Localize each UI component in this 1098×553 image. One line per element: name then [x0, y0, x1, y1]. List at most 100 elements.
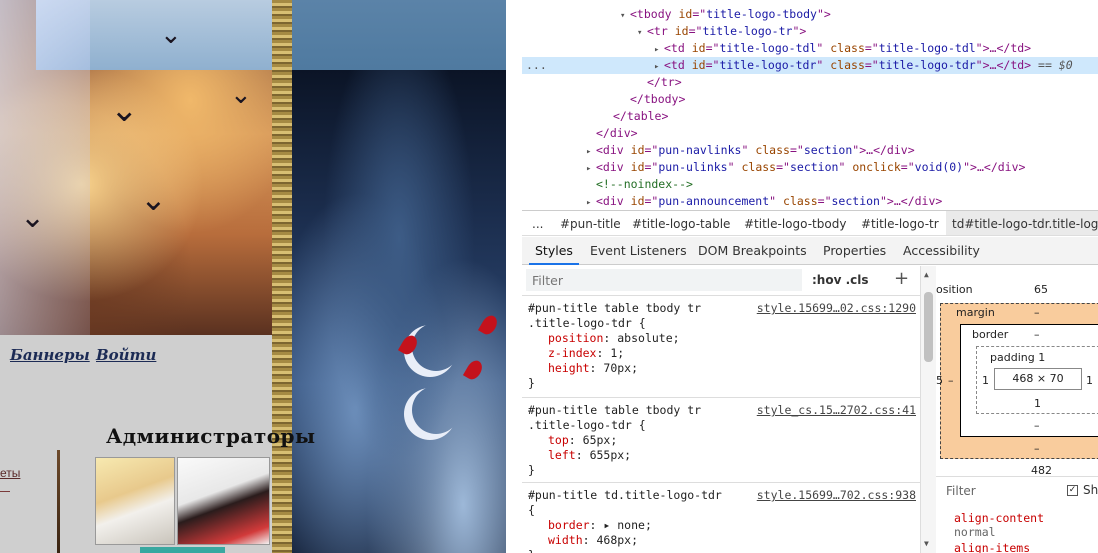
border-top-value[interactable]: –	[1034, 328, 1040, 341]
styles-filter-input[interactable]	[526, 269, 802, 291]
attribute-value[interactable]: pun-ulinks	[658, 160, 727, 174]
margin-left-value[interactable]: –	[948, 374, 954, 387]
dom-node[interactable]: </tr>	[637, 74, 682, 91]
admin-avatar[interactable]	[95, 457, 175, 545]
css-declaration[interactable]: height: 70px;	[548, 361, 638, 376]
dom-node-row[interactable]: ▸ <div id="pun-ulinks" class="section" on…	[522, 159, 1098, 176]
breadcrumb-item[interactable]: td#title-logo-tdr.title-log	[946, 211, 1098, 235]
expand-triangle-icon[interactable]: ▸	[586, 195, 596, 210]
admin-avatar-partial[interactable]	[140, 547, 225, 553]
css-declaration[interactable]: position: absolute;	[548, 331, 680, 346]
hov-cls-toggle[interactable]: :hov .cls	[812, 273, 869, 287]
attribute-value[interactable]: section	[790, 160, 838, 174]
dom-node[interactable]: </table>	[603, 108, 668, 125]
css-declaration[interactable]: z-index: 1;	[548, 346, 624, 361]
tab-properties[interactable]: Properties	[817, 237, 892, 265]
css-declaration[interactable]: width: 468px;	[548, 533, 638, 548]
dom-node-row[interactable]: ▸ <div id="pun-announcement" class="secti…	[522, 193, 1098, 210]
dom-node-row[interactable]: ... ▸ <td id="title-logo-tdr" class="title…	[522, 57, 1098, 74]
css-property-value[interactable]: 70px;	[603, 361, 638, 375]
css-property-value[interactable]: 655px;	[590, 448, 632, 462]
css-property-value[interactable]: 1;	[610, 346, 624, 360]
attribute-value[interactable]: title-logo-tr	[702, 24, 792, 38]
dom-node[interactable]: ▸ <div id="pun-announcement" class="secti…	[586, 193, 942, 210]
attribute-value[interactable]: title-logo-tdl	[879, 41, 976, 55]
css-selector-cont[interactable]: .title-logo-tdr {	[528, 418, 646, 433]
dom-node-row[interactable]: </tbody>	[522, 91, 1098, 108]
dom-node-row[interactable]: </tr>	[522, 74, 1098, 91]
nav-link-login[interactable]: Войти	[96, 346, 156, 364]
dom-node[interactable]: <!--noindex-->	[586, 176, 693, 193]
computed-property-name[interactable]: align-content	[954, 511, 1044, 525]
css-declaration[interactable]: left: 655px;	[548, 448, 631, 463]
scroll-down-arrow-icon[interactable]: ▼	[924, 539, 929, 548]
css-declaration[interactable]: top: 65px;	[548, 433, 617, 448]
css-property-name[interactable]: left	[548, 448, 576, 462]
attribute-value[interactable]: title-logo-tbody	[706, 7, 817, 21]
css-property-value[interactable]: 65px;	[583, 433, 618, 447]
position-top-value[interactable]: 65	[1034, 283, 1048, 296]
dom-node-row[interactable]: </div>	[522, 125, 1098, 142]
attribute-value[interactable]: title-logo-tdr	[719, 58, 816, 72]
dom-node[interactable]: </div>	[586, 125, 638, 142]
tab-event-listeners[interactable]: Event Listeners	[584, 237, 693, 265]
attribute-value[interactable]: section	[832, 194, 880, 208]
node-actions-menu-icon[interactable]: ...	[526, 57, 547, 74]
breadcrumb-item[interactable]: #pun-title	[554, 211, 627, 235]
computed-filter-input[interactable]: Filter	[946, 484, 976, 498]
css-selector[interactable]: #pun-title table tbody tr	[528, 301, 701, 316]
tab-styles[interactable]: Styles	[529, 237, 579, 265]
dom-node-row[interactable]: ▾ <tbody id="title-logo-tbody">	[522, 6, 1098, 23]
css-declaration[interactable]: border: ▸ none;	[548, 518, 652, 533]
margin-top-value[interactable]: –	[1034, 306, 1040, 319]
css-property-name[interactable]: height	[548, 361, 590, 375]
show-all-checkbox[interactable]: ✓	[1067, 485, 1078, 496]
dom-node-row[interactable]: ▸ <td id="title-logo-tdl" class="title-lo…	[522, 40, 1098, 57]
css-property-name[interactable]: border	[548, 518, 590, 532]
padding-left-value[interactable]: 1	[982, 374, 989, 387]
attribute-value[interactable]: title-logo-tdl	[719, 41, 816, 55]
dom-node-row[interactable]: ▸ <div id="pun-navlinks" class="section">…	[522, 142, 1098, 159]
breadcrumb-item[interactable]: #title-logo-tr	[855, 211, 945, 235]
padding-bottom-value[interactable]: 1	[1034, 397, 1041, 410]
elements-tree[interactable]: ▾ <tbody id="title-logo-tbody"> ▾ <tr id="t…	[522, 0, 1098, 210]
attribute-value[interactable]: void(0)	[915, 160, 963, 174]
stylesheet-source-link[interactable]: style.15699…702.css:938	[757, 488, 916, 503]
nav-link-banners[interactable]: Баннеры	[10, 346, 90, 364]
dom-node-row[interactable]: ▾ <tr id="title-logo-tr">	[522, 23, 1098, 40]
css-property-value[interactable]: 468px;	[596, 533, 638, 547]
css-property-name[interactable]: z-index	[548, 346, 596, 360]
css-property-value[interactable]: absolute;	[617, 331, 679, 345]
breadcrumb-item[interactable]: ...	[526, 211, 549, 235]
breadcrumb-item[interactable]: #title-logo-tbody	[738, 211, 852, 235]
margin-bottom-value[interactable]: –	[1034, 442, 1040, 455]
css-property-name[interactable]: width	[548, 533, 583, 547]
scroll-up-arrow-icon[interactable]: ▲	[924, 270, 929, 279]
dom-node[interactable]: </tbody>	[620, 91, 685, 108]
computed-property-name[interactable]: align-items	[954, 541, 1030, 553]
css-selector[interactable]: #pun-title table tbody tr	[528, 403, 701, 418]
css-selector-cont[interactable]: {	[528, 503, 535, 518]
css-property-name[interactable]: top	[548, 433, 569, 447]
new-style-rule-button[interactable]: +	[894, 268, 909, 289]
stylesheet-source-link[interactable]: style_cs.15…2702.css:41	[757, 403, 916, 418]
breadcrumb-item[interactable]: #title-logo-table	[626, 211, 736, 235]
attribute-value[interactable]: title-logo-tdr	[879, 58, 976, 72]
attribute-value[interactable]: section	[804, 143, 852, 157]
dom-node-row[interactable]: </table>	[522, 108, 1098, 125]
dom-node-row[interactable]: <!--noindex-->	[522, 176, 1098, 193]
padding-right-value[interactable]: 1	[1086, 374, 1093, 387]
sidebar-link[interactable]: еты	[0, 466, 20, 480]
scrollbar-thumb[interactable]	[924, 292, 933, 362]
position-bottom-value[interactable]: 482	[1031, 464, 1052, 476]
admin-avatar[interactable]	[177, 457, 270, 545]
css-selector[interactable]: #pun-title td.title-logo-tdr	[528, 488, 722, 503]
attribute-value[interactable]: pun-navlinks	[658, 143, 741, 157]
css-property-value[interactable]: ▸ none;	[603, 518, 651, 532]
styles-scrollbar[interactable]: ▲ ▼	[920, 266, 936, 553]
css-property-name[interactable]: position	[548, 331, 603, 345]
stylesheet-source-link[interactable]: style.15699…02.css:1290	[757, 301, 916, 316]
tab-accessibility[interactable]: Accessibility	[897, 237, 986, 265]
attribute-value[interactable]: pun-announcement	[658, 194, 769, 208]
css-selector-cont[interactable]: .title-logo-tdr {	[528, 316, 646, 331]
